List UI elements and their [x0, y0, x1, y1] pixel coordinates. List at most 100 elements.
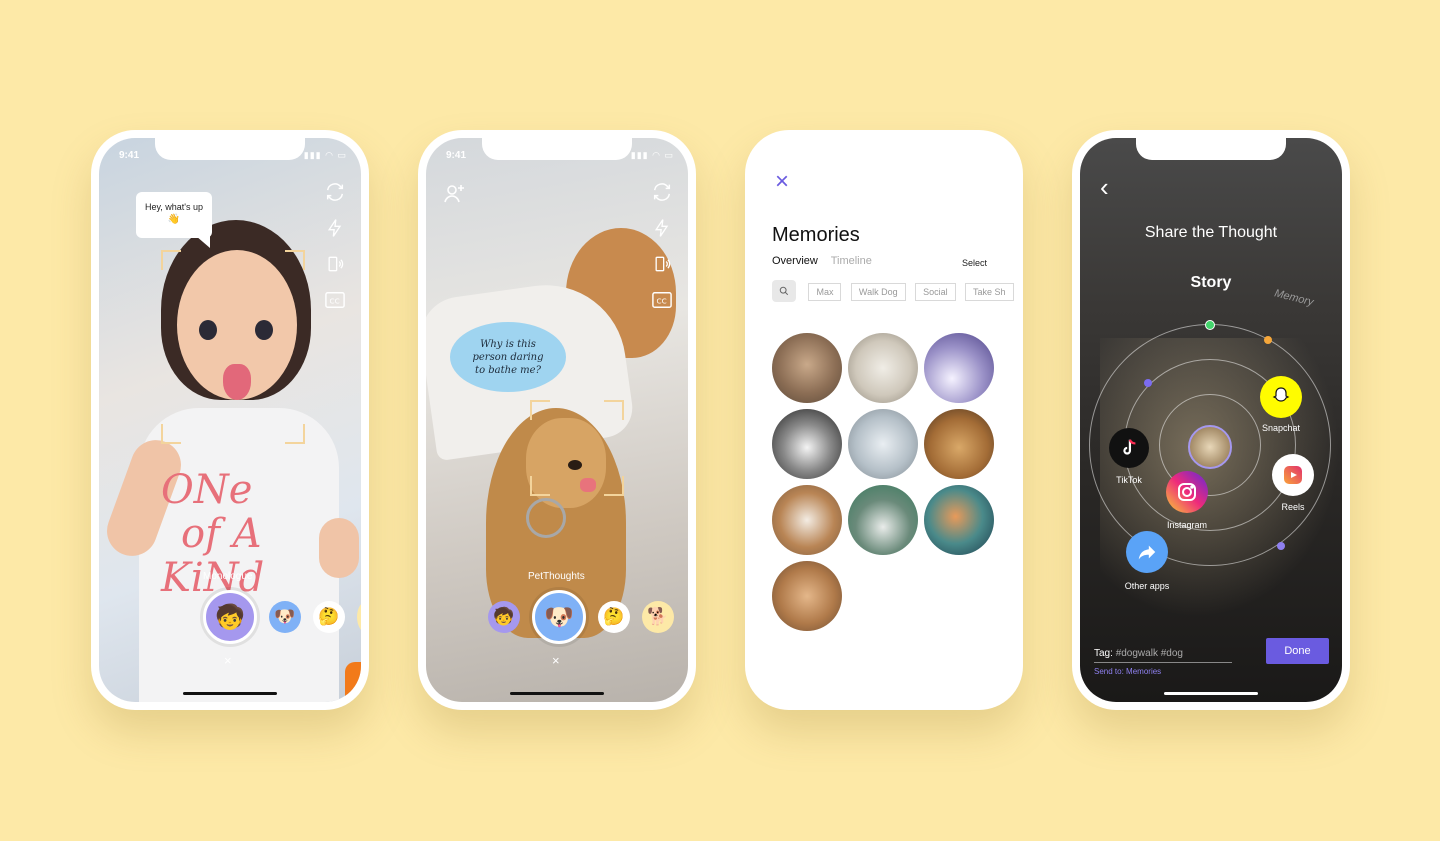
lens-thinking[interactable]: 🤔 — [313, 601, 345, 633]
tag-value: #dogwalk #dog — [1115, 648, 1183, 659]
home-indicator — [183, 692, 277, 695]
phone-monologue: 9:41 ▮▮▮ ◠ ▭ ONe of A KiNd CC Hey, what'… — [91, 130, 369, 710]
orange-accent — [345, 662, 361, 702]
photo-grid — [772, 333, 1002, 631]
tiktok-icon[interactable] — [1109, 428, 1149, 468]
frame-corner-br — [285, 424, 305, 444]
flash-icon[interactable] — [650, 216, 674, 240]
instagram-icon[interactable] — [1166, 471, 1208, 513]
pet-photo-green-cat[interactable] — [848, 485, 918, 555]
add-friend-icon[interactable] — [442, 182, 466, 211]
orbit-dot — [1277, 542, 1285, 550]
frame-corner-tl — [161, 250, 181, 270]
flip-camera-icon[interactable] — [323, 180, 347, 204]
thought-text: Why is this person daring to bathe me? — [472, 338, 544, 376]
status-time: 9:41 — [119, 150, 140, 161]
done-button[interactable]: Done — [1266, 638, 1329, 664]
pet-photo-collie[interactable] — [772, 485, 842, 555]
pet-photo-husky[interactable] — [772, 409, 842, 479]
select-button[interactable]: Select — [962, 258, 987, 268]
memories-screen: × Memories Overview Timeline Select Max … — [753, 138, 1015, 702]
snapchat-icon[interactable] — [1260, 376, 1302, 418]
reels-label: Reels — [1281, 502, 1305, 512]
tab-overview[interactable]: Overview — [772, 255, 818, 267]
tab-timeline[interactable]: Timeline — [831, 255, 872, 267]
flash-icon[interactable] — [323, 216, 347, 240]
phone-share: ‹ Share the Thought Story Memory Snapcha… — [1072, 130, 1350, 710]
frame-corner-bl — [161, 424, 181, 444]
lens-dog[interactable]: 🐶 — [269, 601, 301, 633]
notch — [155, 138, 305, 160]
pet-photo-sheep[interactable] — [848, 333, 918, 403]
audio-icon[interactable] — [650, 252, 674, 276]
frame-corner-tl — [530, 400, 550, 420]
tab-bar: Overview Timeline — [772, 255, 872, 267]
pet-photo-white-dog[interactable] — [924, 333, 994, 403]
flip-camera-icon[interactable] — [650, 180, 674, 204]
center-pet-avatar — [1188, 425, 1232, 469]
send-to-label: Send to: — [1094, 667, 1124, 676]
story-label[interactable]: Story — [1080, 274, 1342, 292]
lens-kid[interactable]: 🧒 — [488, 601, 520, 633]
lens-kid-active[interactable]: 🧒 — [203, 590, 257, 644]
captions-icon[interactable]: CC — [650, 288, 674, 312]
camera-controls: CC — [323, 180, 347, 312]
search-icon — [779, 286, 789, 296]
camera-controls: CC — [650, 180, 674, 312]
share-screen: ‹ Share the Thought Story Memory Snapcha… — [1080, 138, 1342, 702]
back-icon[interactable]: ‹ — [1100, 174, 1109, 200]
home-indicator — [510, 692, 604, 695]
status-time: 9:41 — [446, 150, 467, 161]
pet-photo-kitten[interactable] — [772, 561, 842, 631]
reels-icon[interactable] — [1272, 454, 1314, 496]
tag-label: Tag: — [1094, 648, 1113, 659]
lens-carousel: 🧒 🐶 🤔 🐕 — [488, 590, 674, 644]
frame-corner-tr — [604, 400, 624, 420]
svg-text:CC: CC — [330, 297, 340, 306]
wave-emoji: 👋 — [167, 214, 181, 225]
frame-corner-br — [604, 476, 624, 496]
frame-corner-bl — [530, 476, 550, 496]
share-arrow-icon[interactable] — [1126, 531, 1168, 573]
close-lens-icon[interactable]: × — [552, 653, 560, 668]
mode-label: Monologue — [203, 571, 253, 582]
camera-screen-petthoughts: 9:41 ▮▮▮ ◠ ▭ Why is this person daring t… — [426, 138, 688, 702]
lens-puppy[interactable]: 🐕 — [642, 601, 674, 633]
instagram-label: Instagram — [1166, 520, 1208, 530]
lens-dog-active[interactable]: 🐶 — [532, 590, 586, 644]
status-icons: ▮▮▮ ◠ ▭ — [303, 150, 347, 160]
pet-photo-cat[interactable] — [772, 333, 842, 403]
tag-chip[interactable]: Take Sh — [965, 283, 1014, 302]
thought-bubble: Why is this person daring to bathe me? — [450, 322, 566, 392]
svg-text:CC: CC — [657, 297, 667, 306]
frame-corner-tr — [285, 250, 305, 270]
snapchat-label: Snapchat — [1261, 423, 1301, 433]
orbit-dot — [1264, 336, 1272, 344]
tiktok-label: TikTok — [1116, 475, 1142, 485]
tag-field[interactable]: Tag: #dogwalk #dog — [1094, 648, 1232, 663]
camera-screen-monologue: 9:41 ▮▮▮ ◠ ▭ ONe of A KiNd CC Hey, what'… — [99, 138, 361, 702]
tag-chip[interactable]: Social — [915, 283, 956, 302]
phone-memories: × Memories Overview Timeline Select Max … — [745, 130, 1023, 710]
tag-chip[interactable]: Max — [808, 283, 842, 302]
pet-photo-teal-cat[interactable] — [924, 485, 994, 555]
pet-photo-puppy[interactable] — [924, 409, 994, 479]
captions-icon[interactable]: CC — [323, 288, 347, 312]
mode-label: PetThoughts — [528, 571, 585, 582]
audio-icon[interactable] — [323, 252, 347, 276]
bubble-text: Hey, what's up — [144, 202, 204, 212]
close-icon[interactable]: × — [775, 168, 789, 196]
orbit-dot — [1205, 320, 1215, 330]
send-to-value[interactable]: Memories — [1126, 667, 1161, 676]
other-apps-label: Other apps — [1124, 581, 1170, 591]
notch — [482, 138, 632, 160]
lens-partial[interactable] — [357, 601, 361, 633]
pet-photo-gray-cat[interactable] — [848, 409, 918, 479]
lens-carousel: 🧒 🐶 🤔 — [203, 590, 361, 644]
tag-chip[interactable]: Walk Dog — [850, 283, 906, 302]
search-button[interactable] — [772, 280, 796, 302]
tag-filter-row: Max Walk Dog Social Take Sh — [772, 280, 1015, 302]
close-lens-icon[interactable]: × — [224, 653, 232, 668]
lens-thinking[interactable]: 🤔 — [598, 601, 630, 633]
page-title: Memories — [772, 224, 860, 246]
